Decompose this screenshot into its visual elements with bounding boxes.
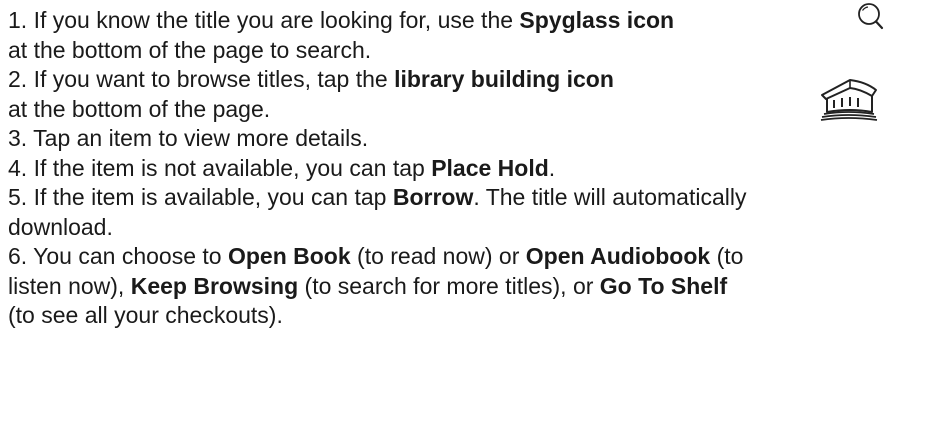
step-1-line-2: at the bottom of the page to search.	[8, 36, 952, 66]
step-5-line-2: download.	[8, 213, 952, 243]
step-4-text-end: .	[548, 154, 556, 181]
step-4-line: 4. If the item is not available, you can…	[8, 154, 952, 184]
step-1-line: 1. If you know the title you are looking…	[8, 6, 952, 36]
step-6-text-end: (to	[710, 243, 744, 269]
step-6-line: 6. You can choose to Open Book (to read …	[8, 242, 952, 272]
step-6-line-2: listen now), Keep Browsing (to search fo…	[8, 272, 952, 302]
step-2-line-2: at the bottom of the page.	[8, 95, 952, 125]
step-5-text-end: . The title will automatically	[473, 184, 747, 210]
spyglass-icon-label: Spyglass icon	[519, 7, 675, 33]
keep-browsing-label: Keep Browsing	[130, 272, 299, 299]
step-4-text: 4. If the item is not available, you can…	[8, 154, 432, 181]
library-icon-label: library building icon	[394, 66, 614, 92]
step-3-line: 3. Tap an item to view more details.	[8, 124, 952, 154]
instructions-document: 1. If you know the title you are looking…	[8, 6, 952, 331]
step-6-text-mid: (to read now) or	[350, 243, 526, 269]
step-5-line: 5. If the item is available, you can tap…	[8, 183, 952, 213]
go-to-shelf-label: Go To Shelf	[599, 272, 728, 299]
place-hold-label: Place Hold	[431, 154, 549, 181]
step-2-line: 2. If you want to browse titles, tap the…	[8, 65, 952, 95]
step-6-line-3: (to see all your checkouts).	[8, 301, 952, 331]
search-icon	[858, 3, 884, 30]
step-1-text-cont: at the bottom of the page to search.	[8, 36, 372, 63]
step-2-text-cont: at the bottom of the page.	[8, 95, 271, 122]
step-5-text: 5. If the item is available, you can tap	[8, 184, 393, 210]
step-6-text-cont: listen now),	[8, 272, 131, 299]
borrow-label: Borrow	[392, 184, 474, 210]
step-3-text: 3. Tap an item to view more details.	[8, 125, 369, 151]
open-book-label: Open Book	[227, 243, 351, 269]
step-6-text: 6. You can choose to	[8, 243, 228, 269]
step-2-text: 2. If you want to browse titles, tap the	[8, 66, 395, 92]
step-6-text-cont-2: (to see all your checkouts).	[8, 302, 283, 328]
step-5-text-cont: download.	[8, 213, 113, 240]
step-6-text-mid-2: (to search for more titles), or	[298, 272, 600, 299]
open-audiobook-label: Open Audiobook	[525, 243, 711, 269]
library-building-icon	[820, 79, 878, 121]
step-1-text: 1. If you know the title you are looking…	[8, 7, 520, 33]
